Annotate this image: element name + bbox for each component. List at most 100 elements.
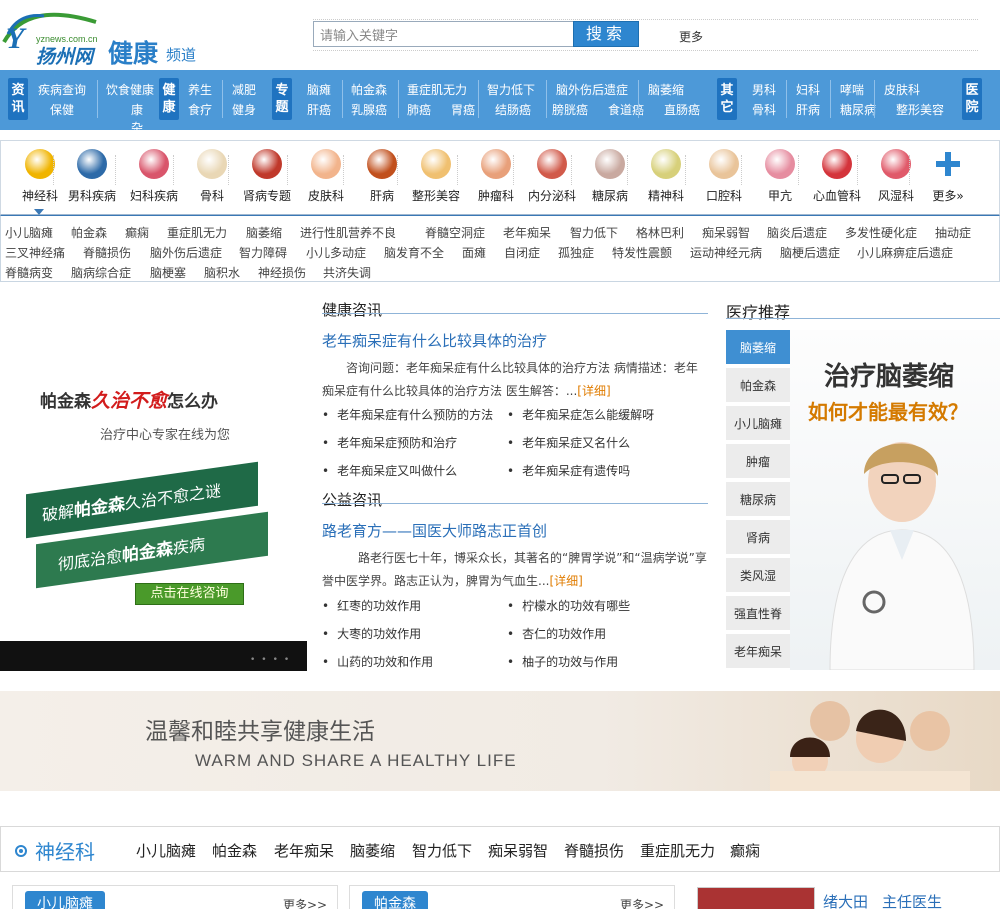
search-button[interactable]: 搜索 (573, 21, 639, 47)
nav-topic[interactable]: 智力低下 (487, 81, 535, 98)
subcategory-link[interactable]: 多发性硬化症 (845, 224, 917, 241)
nav-topic[interactable]: 脑瘫 (307, 81, 331, 98)
subcategory-link[interactable]: 脑外伤后遗症 (150, 244, 222, 261)
card-tab-cerebral-palsy[interactable]: 小儿脑瘫 (25, 891, 105, 909)
nav-other[interactable]: 肝病 (796, 101, 820, 118)
nav-other[interactable]: 男科 (752, 81, 776, 98)
subcategory-link[interactable]: 帕金森 (71, 224, 107, 241)
recommend-item[interactable]: 强直性脊 (726, 596, 790, 632)
category-andrology[interactable]: 男科疾病 (57, 149, 127, 204)
subcategory-link[interactable]: 小儿多动症 (306, 244, 366, 261)
nav-topic[interactable]: 结肠癌 (495, 101, 531, 118)
nav-other[interactable]: 整形美容 (896, 101, 944, 118)
subcategory-link[interactable]: 抽动症 (935, 224, 971, 241)
public-news-headline[interactable]: 路老育方——国医大师路志正首创 (322, 520, 547, 541)
subcategory-link[interactable]: 癫痫 (125, 224, 149, 241)
nav-topic[interactable]: 脑萎缩 (648, 81, 684, 98)
doctor-name[interactable]: 绪大田 (823, 891, 868, 909)
subcategory-link[interactable]: 智力障碍 (239, 244, 287, 261)
news-link[interactable]: 老年痴呆症有遗传吗 (507, 462, 630, 479)
nav-link-misc[interactable]: 康杂 (131, 101, 143, 137)
nav-topic[interactable]: 肝癌 (307, 101, 331, 118)
subcategory-link[interactable]: 重症肌无力 (167, 224, 227, 241)
subcategory-link[interactable]: 脑病综合症 (71, 264, 131, 281)
subcategory-link[interactable]: 脊髓病变 (5, 264, 53, 281)
department-tab[interactable]: 小儿脑瘫 (136, 840, 196, 861)
detail-link[interactable]: [详细] (549, 574, 582, 588)
subcategory-link[interactable]: 自闭症 (504, 244, 540, 261)
subcategory-link[interactable]: 小儿脑瘫 (5, 224, 53, 241)
recommend-item[interactable]: 肿瘤 (726, 444, 790, 480)
nav-badge-hospital[interactable]: 医院 (962, 78, 982, 120)
nav-other[interactable]: 骨科 (752, 101, 776, 118)
department-tab[interactable]: 脊髓损伤 (564, 840, 624, 861)
nav-topic[interactable]: 重症肌无力 (407, 81, 467, 98)
department-tab[interactable]: 重症肌无力 (640, 840, 715, 861)
nav-link-care[interactable]: 保健 (50, 101, 74, 118)
recommend-item[interactable]: 糖尿病 (726, 482, 790, 518)
news-link[interactable]: 老年痴呆症又叫做什么 (322, 462, 457, 479)
nav-topic[interactable]: 帕金森 (351, 81, 387, 98)
subcategory-link[interactable]: 面瘫 (462, 244, 486, 261)
card-tab-parkinson[interactable]: 帕金森 (362, 891, 428, 909)
nav-link-weight-loss[interactable]: 减肥 (232, 81, 256, 98)
subcategory-link[interactable]: 脑梗后遗症 (780, 244, 840, 261)
subcategory-link[interactable]: 脑积水 (204, 264, 240, 281)
doctor-avatar[interactable] (697, 887, 815, 909)
nav-topic[interactable]: 乳腺癌 (351, 101, 387, 118)
department-tab[interactable]: 癫痫 (730, 840, 760, 861)
news-link[interactable]: 老年痴呆症有什么预防的方法 (322, 406, 493, 423)
nav-other[interactable]: 糖尿病 (840, 101, 876, 118)
subcategory-link[interactable]: 共济失调 (323, 264, 371, 281)
department-heading[interactable]: 神经科 (35, 836, 95, 865)
subcategory-link[interactable]: 孤独症 (558, 244, 594, 261)
subcategory-link[interactable]: 老年痴呆 (503, 224, 551, 241)
nav-other[interactable]: 哮喘 (840, 81, 864, 98)
nav-link-diet-health[interactable]: 饮食健康 (106, 81, 154, 98)
nav-other[interactable]: 妇科 (796, 81, 820, 98)
news-link[interactable]: 山药的功效和作用 (322, 653, 433, 670)
left-ad-banner[interactable]: 帕金森久治不愈怎么办 治疗中心专家在线为您 破解帕金森久治不愈之谜 彻底治愈帕金… (0, 300, 307, 671)
nav-other[interactable]: 皮肤科 (884, 81, 920, 98)
subcategory-link[interactable]: 三叉神经痛 (5, 244, 65, 261)
recommend-item[interactable]: 老年痴呆 (726, 634, 790, 670)
subcategory-link[interactable]: 运动神经元病 (690, 244, 762, 261)
subcategory-link[interactable]: 脊髓空洞症 (425, 224, 485, 241)
nav-link-wellness[interactable]: 养生 (188, 81, 212, 98)
nav-link-fitness[interactable]: 健身 (232, 101, 256, 118)
nav-link-disease-query[interactable]: 疾病查询 (38, 81, 86, 98)
recommend-item[interactable]: 脑萎缩 (726, 330, 790, 366)
category-more[interactable]: 更多» (913, 149, 983, 204)
department-tab[interactable]: 智力低下 (412, 840, 472, 861)
news-link[interactable]: 大枣的功效作用 (322, 625, 421, 642)
nav-topic[interactable]: 脑外伤后遗症 (556, 81, 628, 98)
subcategory-link[interactable]: 脑炎后遗症 (767, 224, 827, 241)
subcategory-link[interactable]: 脑梗塞 (150, 264, 186, 281)
detail-link[interactable]: [详细] (577, 384, 610, 398)
department-tab[interactable]: 帕金森 (212, 840, 257, 861)
health-news-headline[interactable]: 老年痴呆症有什么比较具体的治疗 (322, 330, 547, 351)
subcategory-link[interactable]: 特发性震颤 (612, 244, 672, 261)
card-more-link[interactable]: 更多>> (620, 896, 664, 909)
recommend-item[interactable]: 类风湿 (726, 558, 790, 594)
card-more-link[interactable]: 更多>> (283, 896, 327, 909)
recommend-item[interactable]: 小儿脑瘫 (726, 406, 790, 442)
news-link[interactable]: 红枣的功效作用 (322, 597, 421, 614)
news-link[interactable]: 柠檬水的功效有哪些 (507, 597, 630, 614)
news-link[interactable]: 老年痴呆症怎么能缓解呀 (507, 406, 654, 423)
search-input[interactable]: 请输入关键字 (313, 21, 574, 47)
news-link[interactable]: 老年痴呆症预防和治疗 (322, 434, 457, 451)
subcategory-link[interactable]: 脊髓损伤 (83, 244, 131, 261)
nav-topic[interactable]: 肺癌 (407, 101, 431, 118)
ad-consult-button[interactable]: 点击在线咨询 (135, 583, 244, 605)
site-logo[interactable]: Y yznews.com.cn 扬州网 健康 频道 (0, 4, 210, 68)
news-link[interactable]: 杏仁的功效作用 (507, 625, 606, 642)
subcategory-link[interactable]: 进行性肌营养不良 (300, 224, 396, 241)
nav-topic[interactable]: 膀胱癌 (552, 101, 588, 118)
nav-topic[interactable]: 胃癌 (451, 101, 475, 118)
recommend-image[interactable]: 治疗脑萎缩 如何才能最有效？ (790, 330, 1000, 670)
department-tab[interactable]: 脑萎缩 (350, 840, 395, 861)
subcategory-link[interactable]: 神经损伤 (258, 264, 306, 281)
subcategory-link[interactable]: 小儿麻痹症后遗症 (857, 244, 953, 261)
slider-dots-icon[interactable]: •••• (250, 655, 295, 665)
